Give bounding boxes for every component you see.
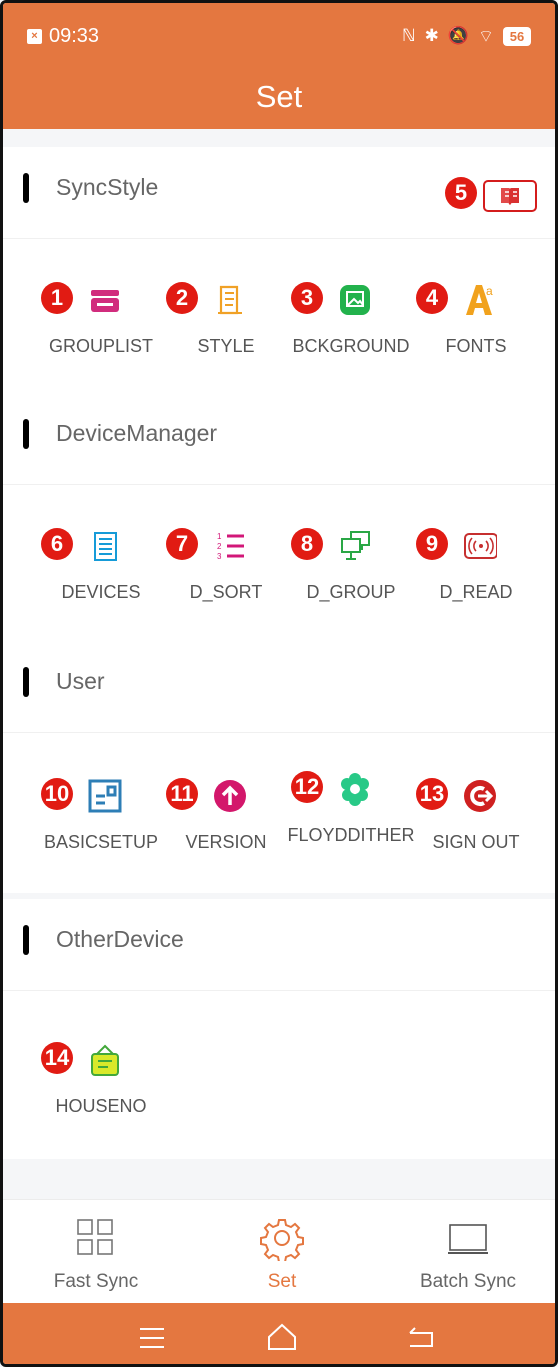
item-label: FONTS — [445, 336, 507, 356]
gear-icon — [260, 1219, 304, 1261]
section-body-user: 10 BASICSETUP 11 VERSION 12 FLOYDDITHER … — [3, 733, 555, 893]
grouplist-icon — [91, 290, 119, 312]
wifi-icon: ⌔ — [478, 26, 494, 46]
book-icon-svg — [501, 188, 519, 205]
item-number-badge: 2 — [166, 282, 198, 314]
sign-out-icon — [464, 780, 496, 812]
section-body-devicemanager: 6 DEVICES 7 123 D_SORT 8 D_GROUP 9 D_REA… — [3, 485, 555, 645]
item-number-badge: 3 — [291, 282, 323, 314]
section-header-otherdevice: OtherDevice — [3, 899, 555, 991]
back-icon[interactable] — [395, 1315, 445, 1360]
tab-batch-sync[interactable]: Batch Sync — [375, 1200, 555, 1304]
item-number-badge: 1 — [41, 282, 73, 314]
section-header-syncstyle: SyncStyle 5 — [3, 147, 555, 239]
section-title-user: User — [56, 668, 105, 694]
item-number-badge: 8 — [291, 528, 323, 560]
version-item[interactable]: 11 VERSION — [166, 769, 284, 864]
item-number-badge: 12 — [291, 771, 323, 803]
d-read-item[interactable]: 9 D_READ — [416, 519, 534, 614]
item-number-badge: 7 — [166, 528, 198, 560]
tab-label: Set — [267, 1271, 297, 1292]
item-label: SIGN OUT — [432, 832, 520, 852]
tab-fast-sync[interactable]: Fast Sync — [3, 1200, 189, 1304]
battery-indicator: 56 — [503, 26, 531, 46]
screen: × 09:33 ℕ ✱ 🔕 ⌔ 56 Set SyncStyle 5 1 GRO… — [0, 0, 558, 1367]
item-number-badge: 9 — [416, 528, 448, 560]
house-number-icon — [91, 1044, 119, 1076]
status-time: 09:33 — [49, 24, 100, 47]
section-body-syncstyle: 1 GROUPLIST 2 STYLE 3 BCKGROUND 4 a FONT… — [3, 239, 555, 399]
svg-text:3: 3 — [217, 552, 222, 561]
item-label: D_READ — [439, 582, 513, 602]
nfc-read-icon — [464, 533, 497, 559]
section-marker — [23, 925, 29, 955]
item-number-badge: 11 — [166, 778, 198, 810]
background-image-icon — [340, 285, 370, 315]
home-icon[interactable] — [257, 1315, 307, 1360]
svg-text:a: a — [486, 284, 493, 298]
upload-arrow-icon — [214, 780, 246, 812]
numbered-list-icon: 123 — [217, 532, 244, 561]
grid-icon — [77, 1219, 113, 1255]
tab-label: Fast Sync — [53, 1271, 139, 1292]
guide-number-badge: 5 — [445, 177, 477, 209]
houseno-item[interactable]: 14 HOUSENO — [41, 1033, 159, 1128]
section-title-otherdevice: OtherDevice — [56, 926, 184, 952]
status-icons: ℕ ✱ 🔕 ⌔ 56 — [402, 26, 531, 47]
item-number-badge: 14 — [41, 1042, 73, 1074]
section-marker — [23, 419, 29, 449]
section-body-otherdevice: 14 HOUSENO — [3, 991, 555, 1159]
fonts-icon: a — [466, 284, 493, 315]
section-title-devicemanager: DeviceManager — [56, 420, 218, 446]
sign-out-item[interactable]: 13 SIGN OUT — [416, 769, 534, 864]
mute-icon: 🔕 — [447, 26, 470, 45]
item-number-badge: 4 — [416, 282, 448, 314]
devices-icon — [94, 532, 117, 561]
notification-icon: × — [27, 28, 42, 44]
bluetooth-icon: ✱ — [424, 26, 439, 45]
svg-text:1: 1 — [217, 532, 222, 541]
section-header-user: User — [3, 641, 555, 733]
book-icon[interactable] — [483, 180, 537, 212]
item-label: HOUSENO — [55, 1096, 147, 1116]
nfc-icon: ℕ — [401, 26, 416, 45]
item-number-badge: 10 — [41, 778, 73, 810]
section-title-syncstyle: SyncStyle — [56, 174, 159, 200]
status-bar: × 09:33 ℕ ✱ 🔕 ⌔ 56 — [27, 21, 531, 51]
menu-icon[interactable] — [127, 1315, 177, 1360]
basic-setup-icon — [88, 779, 122, 813]
section-marker — [23, 667, 29, 697]
monitor-icon — [448, 1224, 488, 1254]
app-header: × 09:33 ℕ ✱ 🔕 ⌔ 56 Set — [3, 3, 555, 129]
page-title: Set — [255, 79, 303, 114]
item-number-badge: 13 — [416, 778, 448, 810]
section-header-devicemanager: DeviceManager — [3, 393, 555, 485]
fonts-item[interactable]: 4 a FONTS — [416, 273, 534, 368]
style-icon — [218, 285, 242, 315]
monitor-group-icon — [341, 531, 370, 560]
settings-content: SyncStyle 5 1 GROUPLIST 2 STYLE 3 BCKGRO… — [3, 129, 555, 1199]
status-time-group: × 09:33 — [27, 25, 99, 48]
tab-label: Batch Sync — [419, 1271, 517, 1292]
dither-flower-icon — [341, 773, 369, 806]
system-navigation — [3, 1303, 555, 1364]
section-marker — [23, 173, 29, 203]
bottom-navigation: Fast Sync Set Batch Sync — [3, 1199, 555, 1303]
svg-text:2: 2 — [217, 542, 222, 551]
item-number-badge: 6 — [41, 528, 73, 560]
tab-set[interactable]: Set — [189, 1200, 375, 1304]
